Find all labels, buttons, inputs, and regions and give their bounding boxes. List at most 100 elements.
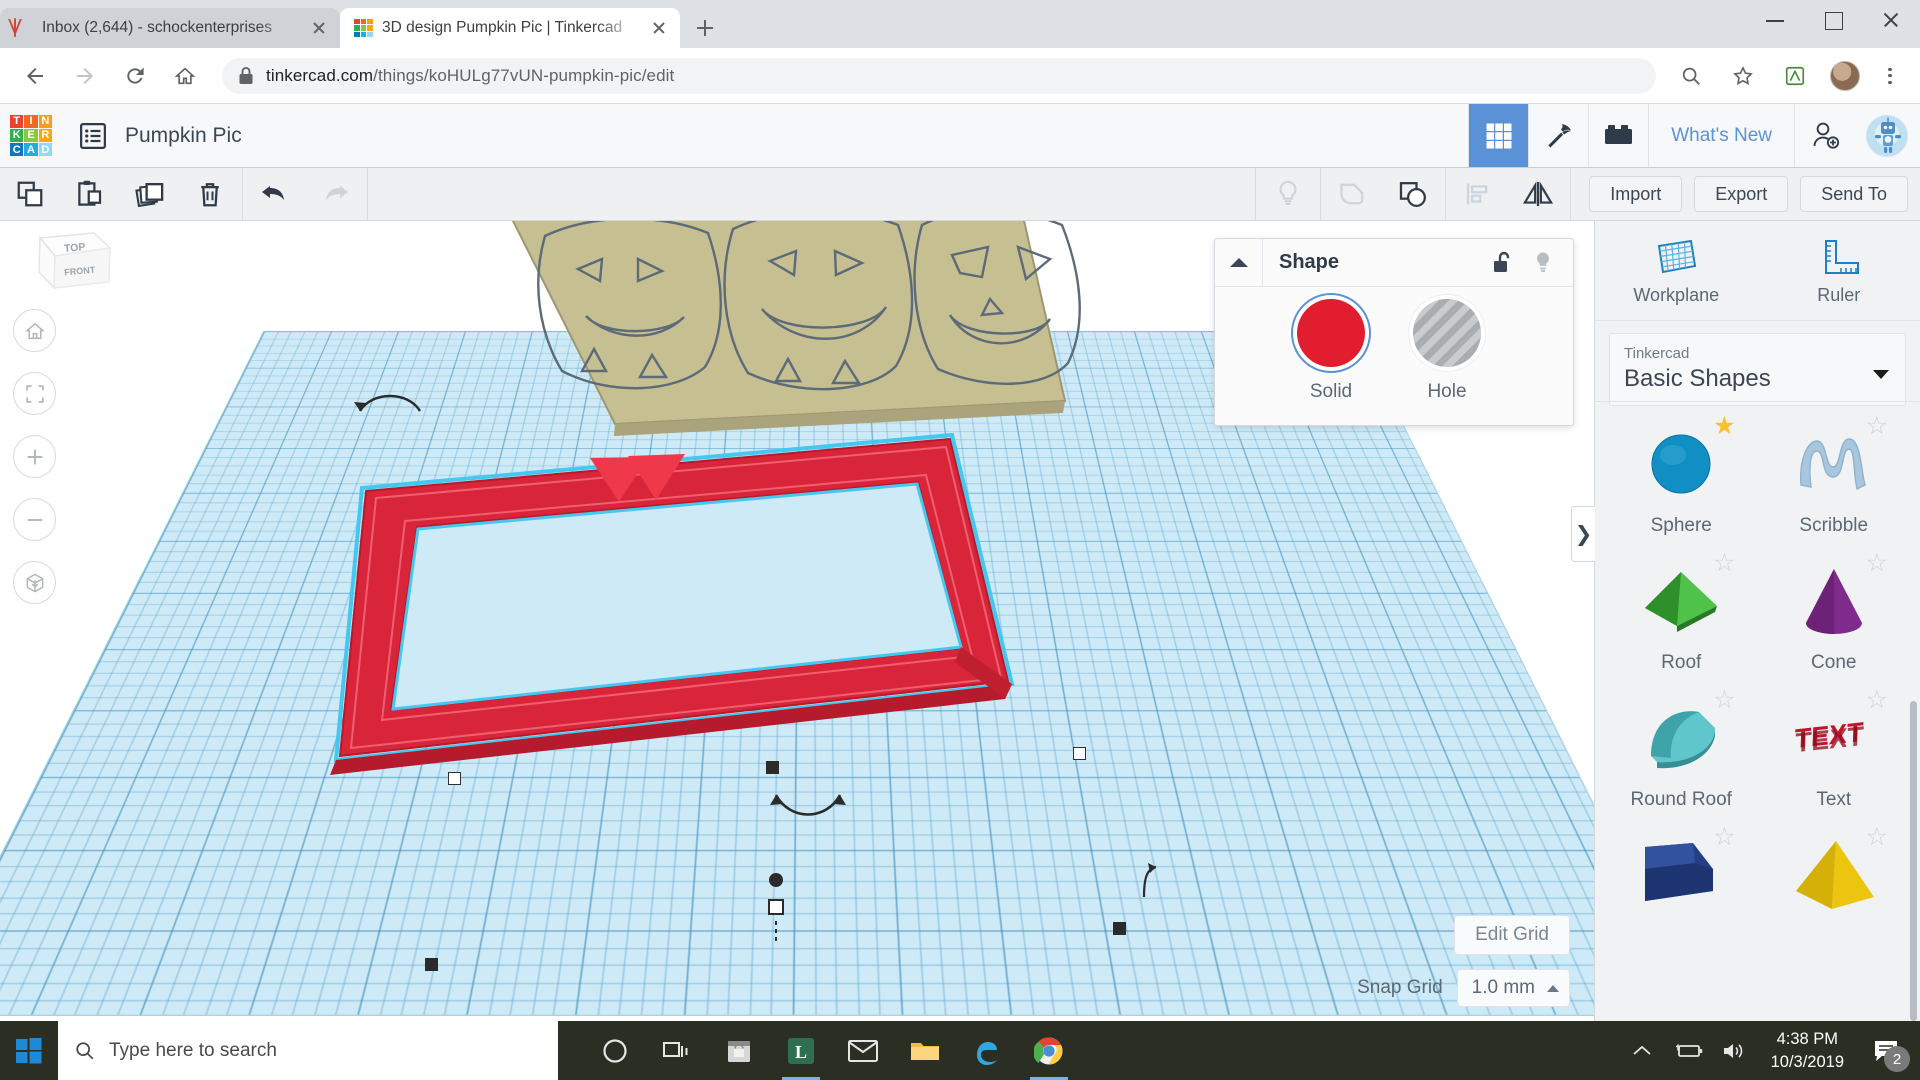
collapse-panel-button[interactable]	[1215, 239, 1263, 286]
forward-button[interactable]	[64, 55, 106, 97]
page-title[interactable]: Pumpkin Pic	[125, 124, 242, 148]
zoom-icon[interactable]	[1670, 55, 1712, 97]
shape-library-select[interactable]: Tinkercad Basic Shapes	[1609, 333, 1906, 406]
solid-swatch[interactable]	[1297, 299, 1365, 367]
star-icon[interactable]: ★	[1713, 414, 1735, 439]
paste-button[interactable]	[60, 168, 120, 220]
battery-status-button[interactable]	[1665, 1021, 1711, 1080]
mirror-button[interactable]	[1508, 168, 1568, 220]
header-button-grid-gallery[interactable]	[1468, 104, 1528, 167]
shape-item-pyramid[interactable]: ☆	[1758, 817, 1911, 932]
header-button-minecraft[interactable]	[1528, 104, 1588, 167]
kebab-menu-icon[interactable]	[1870, 56, 1910, 96]
minimize-button[interactable]	[1746, 0, 1804, 40]
zoom-in-button[interactable]	[13, 435, 56, 478]
extension-icon[interactable]	[1774, 55, 1816, 97]
sidebar-tool-ruler[interactable]: Ruler	[1758, 221, 1920, 320]
view-cube[interactable]: TOP FRONT	[22, 226, 117, 316]
taskbar-app-store[interactable]	[708, 1021, 770, 1080]
taskbar-app-edge[interactable]	[956, 1021, 1018, 1080]
profile-avatar[interactable]	[1830, 61, 1860, 91]
align-button[interactable]	[1448, 168, 1508, 220]
close-window-button[interactable]	[1862, 0, 1920, 40]
fit-to-view-button[interactable]	[13, 372, 56, 415]
star-icon[interactable]: ☆	[1866, 551, 1888, 576]
taskbar-app-chrome[interactable]	[1018, 1021, 1080, 1080]
taskbar-app-l[interactable]: L	[770, 1021, 832, 1080]
shape-item-text[interactable]: ☆ TEXT TEXT Text	[1758, 680, 1911, 817]
taskbar-task-view[interactable]	[646, 1021, 708, 1080]
star-icon[interactable]: ☆	[1866, 825, 1888, 850]
home-button[interactable]	[164, 55, 206, 97]
maximize-button[interactable]	[1804, 0, 1862, 40]
add-person-button[interactable]	[1794, 104, 1854, 167]
shape-library-grid[interactable]: ★ Sphere ☆ Scribble	[1595, 401, 1920, 1021]
sidebar-collapse-button[interactable]: ❯	[1571, 506, 1595, 562]
lock-toggle-button[interactable]	[1483, 240, 1523, 286]
back-button[interactable]	[14, 55, 56, 97]
bookmark-star-icon[interactable]	[1722, 55, 1764, 97]
shape-item-sphere[interactable]: ★ Sphere	[1605, 406, 1758, 543]
taskbar-search-box[interactable]: Type here to search	[58, 1021, 558, 1080]
zoom-out-button[interactable]	[13, 498, 56, 541]
reload-button[interactable]	[114, 55, 156, 97]
selected-frame-object[interactable]	[250, 381, 1130, 801]
document-list-icon[interactable]	[78, 121, 108, 151]
shape-item-round-roof[interactable]: ☆ Round Roof	[1605, 680, 1758, 817]
redo-button[interactable]	[305, 168, 365, 220]
hole-option[interactable]: Hole	[1413, 299, 1481, 403]
tinkercad-logo-icon[interactable]: T I N K E R C A D	[10, 115, 52, 157]
shape-item-wedge[interactable]: ☆	[1605, 817, 1758, 932]
duplicate-button[interactable]	[120, 168, 180, 220]
volume-button[interactable]	[1711, 1021, 1757, 1080]
toolbar-divider	[242, 168, 243, 220]
close-icon[interactable]	[648, 17, 670, 39]
star-icon[interactable]: ☆	[1866, 688, 1888, 713]
ortho-perspective-button[interactable]	[13, 561, 56, 604]
height-handle[interactable]	[762, 871, 790, 951]
taskbar-app-cortana[interactable]	[584, 1021, 646, 1080]
whats-new-link[interactable]: What's New	[1648, 104, 1794, 167]
import-button[interactable]: Import	[1589, 176, 1682, 212]
close-icon[interactable]	[308, 17, 330, 39]
rotate-handle-bottom[interactable]	[768, 781, 848, 829]
group-button[interactable]	[1323, 168, 1383, 220]
shape-item-roof[interactable]: ☆ Roof	[1605, 543, 1758, 680]
shape-item-cone[interactable]: ☆ Cone	[1758, 543, 1911, 680]
shape-light-button[interactable]	[1523, 240, 1563, 286]
action-center-button[interactable]: 2	[1858, 1021, 1914, 1080]
header-button-blocks[interactable]	[1588, 104, 1648, 167]
shape-properties-panel: Shape Solid Hole	[1214, 238, 1574, 426]
edit-grid-button[interactable]: Edit Grid	[1454, 915, 1570, 955]
star-icon[interactable]: ☆	[1713, 825, 1735, 850]
rotate-handle-right[interactable]	[1130, 861, 1160, 901]
copy-button[interactable]	[0, 168, 60, 220]
taskbar-app-mail[interactable]	[832, 1021, 894, 1080]
start-button[interactable]	[0, 1021, 58, 1080]
shape-item-scribble[interactable]: ☆ Scribble	[1758, 406, 1911, 543]
taskbar-file-explorer[interactable]	[894, 1021, 956, 1080]
export-button[interactable]: Export	[1694, 176, 1788, 212]
home-view-button[interactable]	[13, 309, 56, 352]
hole-swatch[interactable]	[1413, 299, 1481, 367]
star-icon[interactable]: ☆	[1713, 551, 1735, 576]
taskbar-clock[interactable]: 4:38 PM 10/3/2019	[1757, 1028, 1858, 1073]
send-to-button[interactable]: Send To	[1800, 176, 1908, 212]
star-icon[interactable]: ☆	[1713, 688, 1735, 713]
delete-button[interactable]	[180, 168, 240, 220]
sidebar-tool-workplane[interactable]: Workplane	[1595, 221, 1758, 320]
rotate-handle-top[interactable]	[350, 381, 430, 421]
star-icon[interactable]: ☆	[1866, 414, 1888, 439]
address-bar[interactable]: tinkercad.com/things/koHULg77vUN-pumpkin…	[222, 58, 1656, 94]
browser-tab-tinkercad[interactable]: 3D design Pumpkin Pic | Tinkercad	[340, 8, 680, 48]
avatar[interactable]	[1866, 115, 1908, 157]
light-button[interactable]	[1258, 168, 1318, 220]
solid-option[interactable]: Solid	[1297, 299, 1365, 403]
show-hidden-icons-button[interactable]	[1619, 1021, 1665, 1080]
sidebar-scrollbar-thumb[interactable]	[1910, 701, 1917, 1021]
snap-grid-select[interactable]: 1.0 mm	[1457, 969, 1570, 1007]
ungroup-button[interactable]	[1383, 168, 1443, 220]
browser-tab-gmail[interactable]: Inbox (2,644) - schockenterprises	[0, 8, 340, 48]
new-tab-button[interactable]	[688, 11, 722, 45]
undo-button[interactable]	[245, 168, 305, 220]
